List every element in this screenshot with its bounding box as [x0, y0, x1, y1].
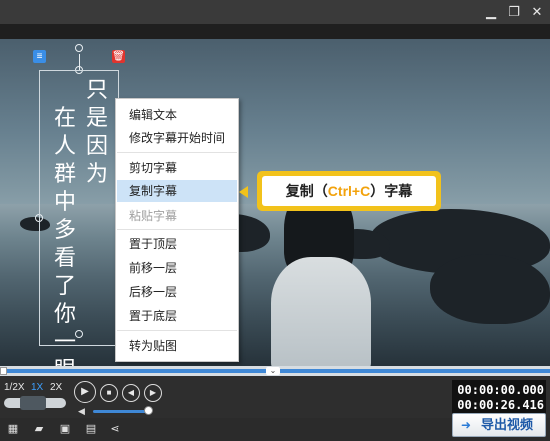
speed-2x[interactable]: 2X — [50, 381, 62, 395]
callout-prefix: 复制（ — [285, 183, 328, 199]
save-icon[interactable]: ▣ — [58, 422, 72, 436]
subtitle-line-2: 在人群中多看了你一眼 — [53, 106, 76, 383]
subtitle-line-1: 只是因为 — [85, 78, 108, 187]
export-icon: ➜ — [461, 418, 472, 432]
menu-separator — [117, 330, 237, 331]
list-icon[interactable]: ≡ — [33, 50, 46, 63]
volume-icon[interactable]: ◀ — [78, 406, 85, 417]
close-icon[interactable]: ✕ — [528, 3, 546, 21]
save-as-icon[interactable]: ▤ — [84, 422, 98, 436]
volume-knob[interactable] — [144, 406, 153, 415]
menu-item-edit-start-time[interactable]: 修改字幕开始时间 — [117, 127, 237, 149]
callout-shortcut: Ctrl+C — [327, 183, 371, 199]
menu-item-copy[interactable]: 复制字幕 — [117, 180, 237, 202]
menu-item-paste: 粘贴字幕 — [129, 209, 178, 223]
callout-arrow — [239, 186, 248, 198]
current-time: 00:00:00.000 — [457, 383, 544, 397]
next-frame-icon[interactable]: ▶ — [144, 384, 162, 402]
menu-item-convert-to-sticker[interactable]: 转为贴图 — [117, 335, 237, 357]
total-time: 00:00:26.416 — [457, 398, 544, 412]
speed-half[interactable]: 1/2X — [4, 381, 25, 395]
subtitle-box[interactable]: 只是因为 在人群中多看了你一眼 — [39, 70, 119, 383]
menu-item-send-to-back[interactable]: 置于底层 — [117, 305, 237, 327]
time-display: 00:00:00.000 00:00:26.416 — [452, 380, 546, 416]
menu-separator — [117, 229, 237, 230]
menu-item-cut[interactable]: 剪切字幕 — [117, 157, 237, 179]
context-menu: 编辑文本 修改字幕开始时间 剪切字幕 复制字幕 粘贴字幕 置于顶层 前移一层 后… — [115, 98, 239, 362]
menu-item-edit-text[interactable]: 编辑文本 — [117, 104, 237, 126]
menu-item-bring-to-front[interactable]: 置于顶层 — [117, 233, 237, 255]
stop-icon[interactable]: ■ — [100, 384, 118, 402]
person-dress — [271, 257, 371, 366]
export-label: 导出视频 — [481, 417, 534, 432]
previous-frame-icon[interactable]: ◀ — [122, 384, 140, 402]
title-bar: ▁ ❐ ✕ — [0, 0, 550, 24]
timeline-playhead[interactable] — [0, 367, 7, 375]
callout-suffix: ）字幕 — [370, 183, 413, 199]
speed-1x[interactable]: 1X — [31, 381, 43, 395]
delete-icon[interactable]: 🗑 — [112, 50, 125, 63]
shortcut-callout: 复制（Ctrl+C）字幕 — [257, 171, 441, 211]
speed-slider-knob[interactable] — [20, 396, 46, 410]
restore-icon[interactable]: ❐ — [505, 3, 523, 21]
volume-slider[interactable] — [93, 410, 149, 413]
minimize-icon[interactable]: ▁ — [482, 3, 500, 21]
export-video-button[interactable]: ➜ 导出视频 — [452, 413, 546, 437]
preview-stage: ≡ 🗑 只是因为 在人群中多看了你一眼 编辑文本 修改字幕开始时间 剪切字幕 复… — [0, 24, 550, 383]
menu-separator — [117, 152, 237, 153]
open-folder-icon[interactable]: ▰ — [32, 422, 46, 436]
chevron-down-icon[interactable]: ⌄ — [266, 367, 280, 375]
rotate-handle[interactable] — [75, 44, 83, 52]
play-icon[interactable]: ▶ — [74, 381, 96, 403]
menu-item-bring-forward[interactable]: 前移一层 — [117, 257, 237, 279]
share-icon[interactable]: ⋖ — [108, 422, 122, 436]
menu-item-send-backward[interactable]: 后移一层 — [117, 281, 237, 303]
timeline-bar[interactable]: ⌄ — [0, 366, 550, 376]
callout-text: 复制（Ctrl+C）字幕 — [262, 176, 436, 206]
playback-controls: 1/2X 1X 2X ▶ ■ ◀ ▶ ◀ 00:00:00.000 00:00:… — [0, 376, 550, 418]
new-project-icon[interactable]: ▦ — [6, 422, 20, 436]
